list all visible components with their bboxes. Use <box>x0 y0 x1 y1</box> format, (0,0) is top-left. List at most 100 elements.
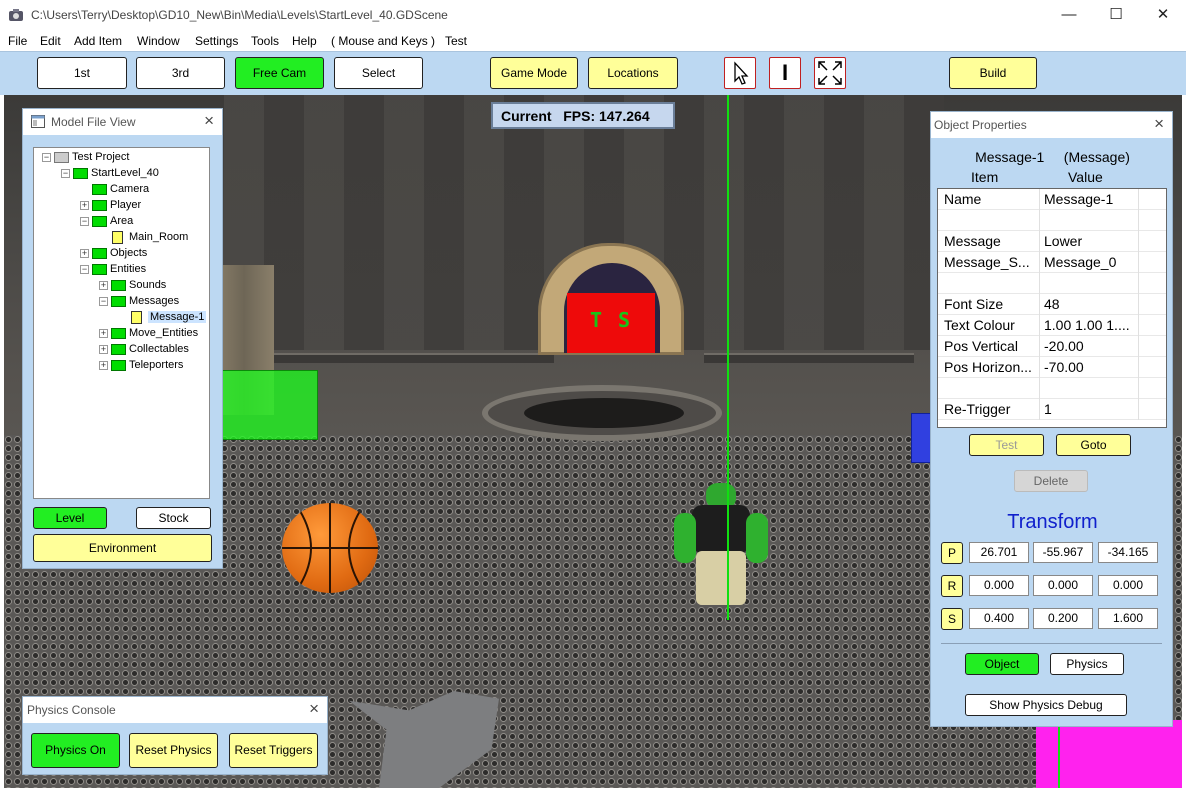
collapse-icon[interactable]: − <box>42 153 51 162</box>
menu-settings[interactable]: Settings <box>195 34 238 48</box>
property-row[interactable]: Text Colour 1.00 1.00 1.... <box>938 315 1166 336</box>
scale-x-field[interactable]: 0.400 <box>969 608 1029 629</box>
close-panel-button[interactable]: × <box>309 699 319 719</box>
folder-icon <box>111 328 126 339</box>
position-z-field[interactable]: -34.165 <box>1098 542 1158 563</box>
environment-button[interactable]: Environment <box>33 534 212 562</box>
rotation-x-field[interactable]: 0.000 <box>969 575 1029 596</box>
pointer-tool-button[interactable] <box>724 57 756 89</box>
property-row[interactable] <box>938 210 1166 231</box>
scale-label-button[interactable]: S <box>941 608 963 630</box>
expand-icon[interactable]: + <box>99 361 108 370</box>
property-value[interactable]: -70.00 <box>1044 359 1138 375</box>
property-row[interactable] <box>938 273 1166 294</box>
test-button[interactable]: Test <box>969 434 1044 456</box>
player-character[interactable] <box>668 483 774 613</box>
physics-on-button[interactable]: Physics On <box>31 733 120 768</box>
app-icon <box>9 9 23 21</box>
rotation-y-field[interactable]: 0.000 <box>1033 575 1093 596</box>
third-person-button[interactable]: 3rd <box>136 57 225 89</box>
close-panel-button[interactable]: × <box>204 111 214 131</box>
level-button[interactable]: Level <box>33 507 107 529</box>
property-row[interactable]: Pos Horizon... -70.00 <box>938 357 1166 378</box>
panel-title-bar[interactable]: Physics Console × <box>23 697 327 723</box>
rotation-label-button[interactable]: R <box>941 575 963 597</box>
menu-test[interactable]: Test <box>445 34 467 48</box>
property-value[interactable]: 1.00 1.00 1.... <box>1044 317 1138 333</box>
game-mode-button[interactable]: Game Mode <box>490 57 578 89</box>
property-row[interactable]: Message_S... Message_0 <box>938 252 1166 273</box>
property-value[interactable]: Lower <box>1044 233 1138 249</box>
object-heading: Message-1 (Message) <box>975 149 1130 165</box>
delete-button[interactable]: Delete <box>1014 470 1088 492</box>
document-icon <box>112 231 123 244</box>
tree-item-label: Test Project <box>72 151 130 163</box>
expand-icon[interactable]: + <box>80 249 89 258</box>
collapse-icon[interactable]: − <box>61 169 70 178</box>
menu-help[interactable]: Help <box>292 34 317 48</box>
close-panel-button[interactable]: × <box>1154 114 1164 134</box>
property-row[interactable] <box>938 378 1166 399</box>
scale-y-field[interactable]: 0.200 <box>1033 608 1093 629</box>
menu-edit[interactable]: Edit <box>40 34 61 48</box>
property-value[interactable]: 48 <box>1044 296 1138 312</box>
column-divider <box>1039 399 1040 420</box>
menu-window[interactable]: Window <box>137 34 180 48</box>
position-label-button[interactable]: P <box>941 542 963 564</box>
property-row[interactable]: Name Message-1 <box>938 189 1166 210</box>
fullscreen-button[interactable] <box>814 57 846 89</box>
expand-icon[interactable]: + <box>80 201 89 210</box>
reset-physics-button[interactable]: Reset Physics <box>129 733 218 768</box>
green-trigger-box[interactable] <box>222 370 318 440</box>
collapse-icon[interactable]: − <box>99 297 108 306</box>
toolbar: 1st 3rd Free Cam Select Game Mode Locati… <box>0 51 1186 95</box>
panel-title-bar[interactable]: Model File View × <box>23 109 222 135</box>
property-value[interactable]: Message-1 <box>1044 191 1138 207</box>
text-tool-button[interactable]: I <box>769 57 801 89</box>
collapse-icon[interactable]: − <box>80 217 89 226</box>
maximize-button[interactable]: ☐ <box>1093 0 1139 31</box>
menu-mouse-and-keys[interactable]: ( Mouse and Keys ) <box>331 34 435 48</box>
build-button[interactable]: Build <box>949 57 1037 89</box>
minimize-button[interactable]: — <box>1046 0 1092 31</box>
property-grid[interactable]: Name Message-1 Message Lower Message_S... Mes… <box>937 188 1167 428</box>
property-value[interactable]: -20.00 <box>1044 338 1138 354</box>
close-window-button[interactable]: ✕ <box>1140 0 1186 31</box>
position-y-field[interactable]: -55.967 <box>1033 542 1093 563</box>
show-physics-debug-button[interactable]: Show Physics Debug <box>965 694 1127 716</box>
menu-add-item[interactable]: Add Item <box>74 34 122 48</box>
menu-tools[interactable]: Tools <box>251 34 279 48</box>
stock-button[interactable]: Stock <box>136 507 211 529</box>
property-key: Text Colour <box>944 317 1015 333</box>
expand-icon[interactable]: + <box>99 281 108 290</box>
free-cam-button[interactable]: Free Cam <box>235 57 324 89</box>
reset-triggers-button[interactable]: Reset Triggers <box>229 733 318 768</box>
rotation-z-field[interactable]: 0.000 <box>1098 575 1158 596</box>
expand-icon[interactable]: + <box>99 329 108 338</box>
model-tree[interactable]: − Test Project − StartLevel_40 Camera + Player… <box>33 147 210 499</box>
physics-console-panel: Physics Console × Physics On Reset Physi… <box>22 696 328 775</box>
physics-tab-button[interactable]: Physics <box>1050 653 1124 675</box>
property-value[interactable]: 1 <box>1044 401 1138 417</box>
collapse-icon[interactable]: − <box>80 265 89 274</box>
property-key: Name <box>944 191 982 207</box>
goto-button[interactable]: Goto <box>1056 434 1131 456</box>
object-tab-button[interactable]: Object <box>965 653 1039 675</box>
property-row[interactable]: Re-Trigger 1 <box>938 399 1166 420</box>
character-arm <box>674 513 696 563</box>
scale-z-field[interactable]: 1.600 <box>1098 608 1158 629</box>
locations-button[interactable]: Locations <box>588 57 678 89</box>
property-row[interactable]: Message Lower <box>938 231 1166 252</box>
property-row[interactable]: Pos Vertical -20.00 <box>938 336 1166 357</box>
select-button[interactable]: Select <box>334 57 423 89</box>
position-x-field[interactable]: 26.701 <box>969 542 1029 563</box>
property-row[interactable]: Font Size 48 <box>938 294 1166 315</box>
expand-icon[interactable]: + <box>99 345 108 354</box>
basketball[interactable] <box>282 503 378 593</box>
column-divider <box>1039 210 1040 231</box>
panel-title-bar[interactable]: Object Properties × <box>931 112 1172 138</box>
folder-icon <box>73 168 88 179</box>
menu-file[interactable]: File <box>8 34 27 48</box>
first-person-button[interactable]: 1st <box>37 57 127 89</box>
property-value[interactable]: Message_0 <box>1044 254 1138 270</box>
